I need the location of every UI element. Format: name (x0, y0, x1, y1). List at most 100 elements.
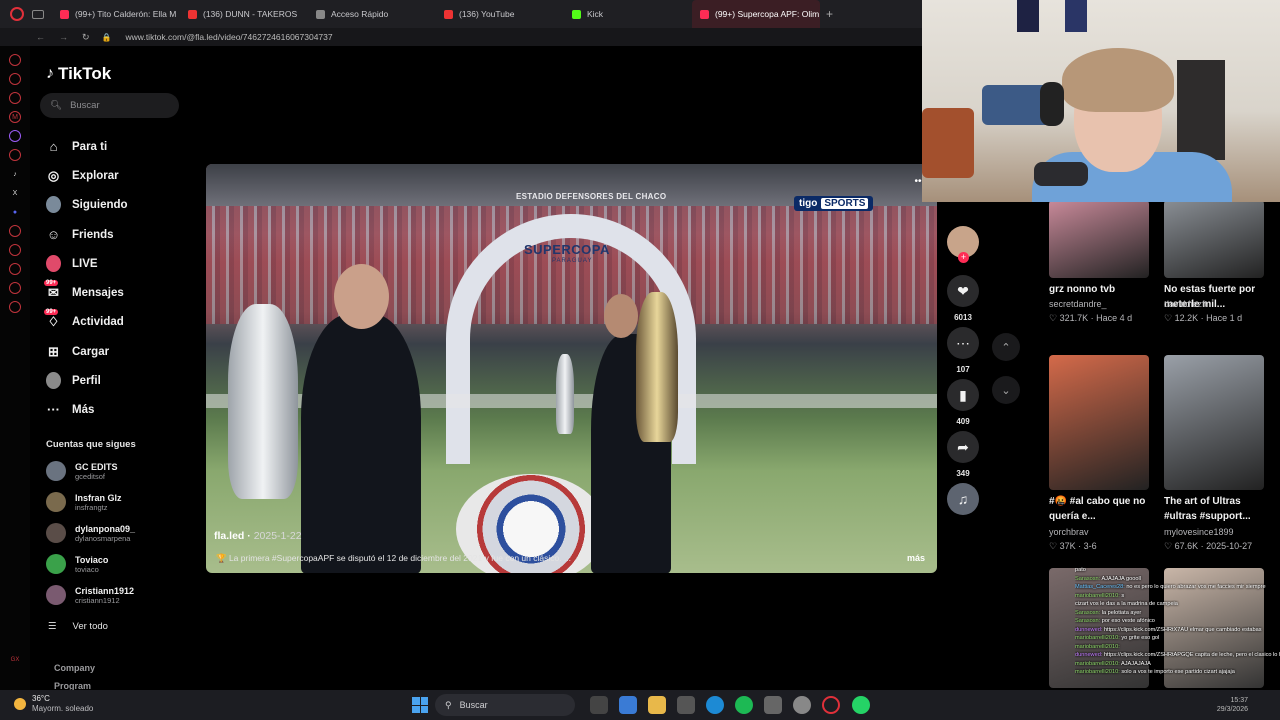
edge-icon[interactable] (706, 696, 724, 714)
notepad-icon[interactable] (764, 696, 782, 714)
discord-icon[interactable]: ● (9, 206, 21, 218)
recommended-thumbnail[interactable] (1049, 355, 1149, 490)
next-video-button[interactable]: ⌄ (992, 376, 1020, 404)
menu-item-explorar[interactable]: ◎ Explorar (46, 168, 119, 183)
gx-icon[interactable]: GX (9, 654, 21, 666)
browser-tab[interactable]: (99+) Supercopa APF: Olim (692, 0, 820, 28)
followed-account[interactable]: Cristiann1912 cristiann1912 (46, 585, 134, 605)
browser-tab[interactable]: Acceso Rápido (308, 0, 436, 28)
previous-video-button[interactable]: ⌃ (992, 333, 1020, 361)
chat-text: s (1121, 592, 1125, 599)
sound-avatar[interactable]: ♫ (947, 483, 979, 515)
recommended-user[interactable]: mylovesince1899 (1164, 527, 1274, 538)
chat-message: dunnewed: https://clips.kick.com/ZSHRtAP… (1075, 651, 1280, 660)
recommended-user[interactable]: yorchbrav (1049, 527, 1159, 538)
followed-account[interactable]: dylanpona09_ dylanosmarpena (46, 523, 135, 543)
menu-item-friends[interactable]: ☺ Friends (46, 227, 114, 242)
see-all-link[interactable]: ☰ Ver todo (48, 621, 108, 632)
followed-account[interactable]: GC EDITS gceditsof (46, 461, 118, 481)
share-button[interactable]: ➦ 349 (947, 431, 979, 478)
settings-icon[interactable] (9, 301, 21, 313)
windows-start-icon[interactable] (412, 697, 428, 713)
recommended-user[interactable]: secretdandre_ (1049, 299, 1159, 310)
save-button[interactable]: ▮ 409 (947, 379, 979, 426)
trophy-right (636, 292, 678, 442)
reload-icon[interactable]: ↻ (82, 32, 90, 43)
whatsapp-icon[interactable] (9, 92, 21, 104)
more-button[interactable]: más (907, 553, 925, 563)
task-view-icon[interactable] (590, 696, 608, 714)
taskbar-search[interactable]: ⚲ Buscar (435, 694, 575, 716)
forward-icon[interactable]: → (59, 32, 68, 43)
browser-tab[interactable]: (136) DUNN - TAKEROS (180, 0, 308, 28)
recommended-title[interactable]: The art of Ultras #ultras #support... (1164, 494, 1268, 524)
tiktok-wordmark: TikTok (58, 64, 112, 83)
spotify-icon[interactable] (735, 696, 753, 714)
recommended-thumbnail[interactable] (1164, 200, 1264, 278)
share-icon: ➦ (947, 431, 979, 463)
account-handle: cristiann1912 (75, 595, 120, 605)
history-icon[interactable] (9, 244, 21, 256)
recommended-user[interactable]: daviddiezft (1164, 299, 1274, 310)
menu-item-más[interactable]: ··· Más (46, 402, 94, 417)
tab-favicon-icon (316, 9, 325, 19)
footer-company[interactable]: Company (54, 663, 95, 673)
followed-account[interactable]: Toviaco toviaco (46, 554, 108, 574)
file-explorer-icon[interactable] (648, 696, 666, 714)
tiktok-logo[interactable]: ♪ TikTok (46, 64, 111, 84)
menu-item-cargar[interactable]: ⊞ Cargar (46, 344, 109, 359)
menu-item-siguiendo[interactable]: Siguiendo (46, 196, 128, 213)
menu-item-actividad[interactable]: ♢ 99+ Actividad (44, 309, 124, 329)
taskbar-search-label: Buscar (459, 700, 488, 710)
like-button[interactable]: ❤︎ 6013 (947, 275, 979, 322)
recommended-thumbnail[interactable] (1049, 200, 1149, 278)
upload-icon: ⊞ (48, 343, 59, 359)
see-all-label: Ver todo (72, 621, 108, 632)
bookmark-icon: ▮ (947, 379, 979, 411)
store-icon[interactable] (677, 696, 695, 714)
recommended-title[interactable]: #🤬 #al cabo que no quería e... (1049, 494, 1153, 524)
browser-tab[interactable]: (136) YouTube (436, 0, 564, 28)
list-icon: ☰ (48, 621, 57, 632)
video-player[interactable]: ESTADIO DEFENSORES DEL CHACO SUPERCOPA P… (206, 164, 937, 573)
recommended-thumbnail[interactable] (1164, 355, 1264, 490)
messenger-icon[interactable] (9, 73, 21, 85)
opera-logo-icon[interactable] (10, 7, 24, 21)
whatsapp-taskbar-icon[interactable] (852, 696, 870, 714)
x-icon[interactable]: X (9, 187, 21, 199)
tiktok-icon[interactable]: ♪ (9, 168, 21, 180)
menu-item-para-ti[interactable]: ⌂ Para ti (46, 139, 108, 154)
weather-widget[interactable]: 36°C Mayorm. soleado (14, 694, 93, 714)
browser-tab[interactable]: Kick (564, 0, 692, 28)
comment-button[interactable]: ⋯ 107 (947, 327, 979, 374)
menu-item-perfil[interactable]: Perfil (46, 372, 101, 389)
system-clock[interactable]: 15:37 29/3/2026 (1217, 696, 1248, 714)
back-icon[interactable]: ← (36, 32, 45, 43)
gx-control-icon[interactable] (9, 282, 21, 294)
video-author[interactable]: fla.led · 2025-1-22 (214, 530, 302, 542)
gmail-icon[interactable]: M (9, 111, 21, 123)
chat-text: pato (1075, 567, 1086, 573)
instagram-icon[interactable] (9, 149, 21, 161)
tab-manager-icon[interactable] (32, 9, 44, 19)
menu-item-live[interactable]: LIVE (46, 255, 98, 272)
search-input[interactable]: 🔍︎ Buscar (40, 93, 179, 118)
account-handle: gceditsof (75, 471, 106, 481)
recommended-title[interactable]: grz nonno tvb (1049, 282, 1153, 297)
player-icon[interactable] (9, 225, 21, 237)
copilot-icon[interactable] (619, 696, 637, 714)
new-tab-icon[interactable]: + (826, 7, 833, 21)
url-field[interactable]: www.tiktok.com/@fla.led/video/7462724616… (126, 32, 333, 42)
twitch-icon[interactable] (9, 130, 21, 142)
crypto-wallet-icon[interactable] (9, 263, 21, 275)
chat-text: la pelotiata ayer (1101, 609, 1142, 616)
browser-tab[interactable]: (99+) Tito Calderón: Ella M (52, 0, 180, 28)
opera-gx-taskbar-icon[interactable] (822, 696, 840, 714)
followed-account[interactable]: Insfran Glz insfrangtz (46, 492, 122, 512)
follow-plus-icon[interactable]: + (958, 252, 969, 263)
aria-icon[interactable] (9, 54, 21, 66)
settings-app-icon[interactable] (793, 696, 811, 714)
menu-item-mensajes[interactable]: ✉ 99+ Mensajes (44, 280, 124, 300)
sun-icon (14, 698, 26, 710)
author-avatar[interactable]: + (947, 226, 979, 263)
